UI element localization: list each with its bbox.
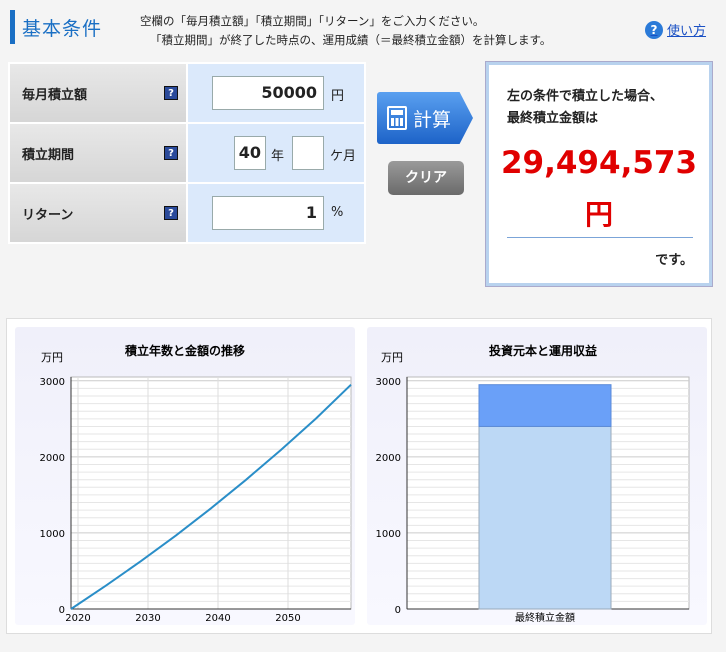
bar-y-tick-label: 2000 bbox=[376, 453, 401, 464]
monthly-label-cell: 毎月積立額 ? bbox=[8, 62, 188, 124]
help-link[interactable]: ? 使い方 bbox=[645, 20, 706, 39]
instruction-line-1: 空欄の「毎月積立額」「積立期間」「リターン」をご入力ください。 bbox=[140, 14, 485, 28]
period-label: 積立期間 bbox=[22, 147, 75, 163]
line-x-tick-label: 2040 bbox=[205, 613, 230, 624]
result-yen: 円 bbox=[584, 198, 613, 231]
result-line-1: 左の条件で積立した場合、 bbox=[507, 89, 664, 104]
result-amount: 29,494,573 bbox=[500, 145, 698, 181]
bar-y-tick-label: 3000 bbox=[376, 377, 401, 388]
bar-chart-panel: 投資元本と運用収益 万円 0 1000 2000 3000 最終積立金額 bbox=[367, 327, 707, 625]
bar-chart-ylabel: 万円 bbox=[381, 351, 403, 364]
return-label-cell: リターン ? bbox=[8, 182, 188, 244]
period-label-cell: 積立期間 ? bbox=[8, 122, 188, 184]
return-value-cell: 1 % bbox=[186, 182, 366, 244]
return-rate-input[interactable]: 1 bbox=[212, 196, 324, 230]
bar-marks bbox=[478, 384, 612, 610]
monthly-label: 毎月積立額 bbox=[22, 87, 88, 103]
line-x-tick-label: 2020 bbox=[65, 613, 90, 624]
calculate-label: 計算 bbox=[413, 108, 452, 131]
period-value-cell: 40 年 ケ月 bbox=[186, 122, 366, 184]
result-panel: 左の条件で積立した場合、 最終積立金額は 29,494,573 円 です。 bbox=[486, 62, 712, 286]
line-chart: 積立年数と金額の推移 万円 2020 2030 2040 2050 0 1000 2000 3… bbox=[40, 343, 352, 624]
line-x-tick-label: 2030 bbox=[135, 613, 160, 624]
clear-button[interactable]: クリア bbox=[388, 161, 464, 195]
line-chart-title: 積立年数と金額の推移 bbox=[124, 343, 245, 358]
monthly-unit: 円 bbox=[331, 89, 345, 104]
calculator-icon bbox=[387, 106, 407, 130]
bar-y-tick-label: 1000 bbox=[376, 529, 401, 540]
page-title: 基本条件 bbox=[22, 18, 103, 40]
return-unit: % bbox=[331, 205, 344, 220]
question-circle-icon: ? bbox=[645, 20, 663, 39]
line-y-tick-label: 2000 bbox=[40, 453, 65, 464]
help-label: 使い方 bbox=[667, 24, 707, 39]
result-suffix: です。 bbox=[655, 253, 693, 268]
period-years-input[interactable]: 40 bbox=[234, 136, 266, 170]
bar-gain bbox=[478, 384, 612, 427]
instruction-line-2: 「積立期間」が終了した時点の、運用成績（＝最終積立金額）を計算します。 bbox=[150, 33, 552, 47]
bar-category-label: 最終積立金額 bbox=[515, 611, 575, 624]
return-help-icon[interactable]: ? bbox=[164, 206, 178, 220]
bar-principal bbox=[478, 425, 612, 610]
period-months-input[interactable] bbox=[292, 136, 324, 170]
result-line-2: 最終積立金額は bbox=[507, 111, 599, 126]
line-y-tick-label: 0 bbox=[59, 605, 65, 616]
header: 基本条件 空欄の「毎月積立額」「積立期間」「リターン」をご入力ください。 「積立… bbox=[0, 0, 726, 58]
return-label: リターン bbox=[22, 207, 74, 223]
period-years-unit: 年 bbox=[271, 149, 285, 164]
line-plot-bg bbox=[70, 376, 352, 610]
bar-chart: 投資元本と運用収益 万円 0 1000 2000 3000 最終積立金額 bbox=[376, 343, 690, 624]
line-chart-panel: 積立年数と金額の推移 万円 2020 2030 2040 2050 0 1000 2000 3… bbox=[15, 327, 355, 625]
result-divider bbox=[507, 237, 693, 238]
input-form: 毎月積立額 ? 50000 円 積立期間 ? 40 年 ケ月 リターン ? 1 … bbox=[8, 62, 366, 244]
monthly-value-cell: 50000 円 bbox=[186, 62, 366, 124]
line-chart-grid bbox=[70, 376, 352, 610]
period-help-icon[interactable]: ? bbox=[164, 146, 178, 160]
bar-chart-title: 投資元本と運用収益 bbox=[489, 343, 597, 358]
period-months-unit: ケ月 bbox=[330, 149, 357, 164]
line-chart-ylabel: 万円 bbox=[41, 351, 63, 364]
line-y-tick-label: 1000 bbox=[40, 529, 65, 540]
monthly-amount-input[interactable]: 50000 bbox=[212, 76, 324, 110]
title-accent-bar bbox=[10, 10, 15, 44]
bar-y-tick-label: 0 bbox=[395, 605, 401, 616]
line-y-tick-label: 3000 bbox=[40, 377, 65, 388]
chart-area: 積立年数と金額の推移 万円 2020 2030 2040 2050 0 1000 2000 3… bbox=[6, 318, 712, 634]
monthly-help-icon[interactable]: ? bbox=[164, 86, 178, 100]
calculate-button[interactable]: 計算 bbox=[377, 92, 473, 144]
line-x-tick-label: 2050 bbox=[275, 613, 300, 624]
